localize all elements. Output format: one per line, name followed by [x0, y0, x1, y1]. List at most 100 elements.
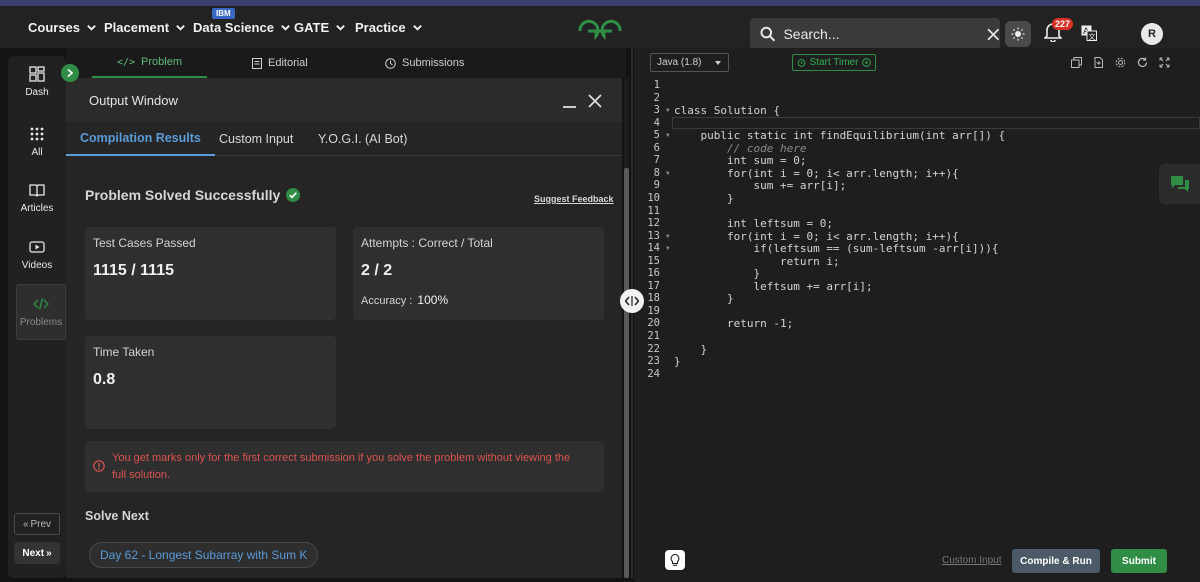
- collapse-sidebar-button[interactable]: [61, 64, 79, 82]
- top-navbar: Courses Placement IBM Data Science GATE …: [0, 6, 1200, 50]
- search-icon: [760, 26, 776, 42]
- code-line[interactable]: int sum = 0;: [674, 154, 806, 167]
- fold-arrow-icon[interactable]: ▼: [666, 107, 670, 114]
- sidebar-item-articles[interactable]: Articles: [8, 172, 66, 224]
- start-timer-button[interactable]: Start Timer: [792, 54, 876, 71]
- sidebar-item-label: Videos: [21, 260, 53, 271]
- code-line[interactable]: for(int i = 0; i< arr.length; i++){: [674, 230, 959, 243]
- settings-icon[interactable]: [1115, 57, 1126, 68]
- search-box[interactable]: [750, 18, 1000, 50]
- code-line[interactable]: public static int findEquilibrium(int ar…: [674, 129, 1005, 142]
- submit-button[interactable]: Submit: [1111, 549, 1167, 573]
- tab-compilation-results[interactable]: Compilation Results: [66, 122, 215, 156]
- nav-courses-label: Courses: [28, 19, 81, 35]
- reset-icon[interactable]: [1137, 57, 1148, 68]
- fold-arrow-icon[interactable]: ▼: [666, 170, 670, 177]
- nav-data-science[interactable]: Data Science: [193, 6, 291, 48]
- nav-practice[interactable]: Practice: [355, 6, 423, 48]
- code-line[interactable]: leftsum += arr[i];: [674, 280, 872, 293]
- grid-icon: [30, 127, 44, 141]
- chevron-down-icon: [412, 24, 422, 31]
- next-button[interactable]: Next »: [14, 542, 60, 564]
- user-avatar[interactable]: R: [1141, 23, 1163, 45]
- marks-notice: You get marks only for the first correct…: [85, 441, 604, 492]
- nav-gate-label: GATE: [294, 19, 330, 35]
- accuracy-value: 100%: [417, 293, 449, 307]
- nav-gate[interactable]: GATE: [294, 6, 346, 48]
- code-line[interactable]: }: [674, 292, 734, 305]
- tab-yogi-ai-bot[interactable]: Y.O.G.I. (AI Bot): [304, 122, 421, 156]
- fold-arrow-icon[interactable]: ▼: [666, 245, 670, 252]
- code-line[interactable]: class Solution {: [674, 104, 780, 117]
- code-line[interactable]: if(leftsum == (sum-leftsum -arr[i])){: [674, 242, 998, 255]
- time-taken-card: Time Taken 0.8: [85, 336, 336, 429]
- success-status-text: Problem Solved Successfully: [85, 187, 281, 203]
- accuracy-row: Accuracy : 100%: [361, 293, 448, 307]
- play-icon: [862, 58, 872, 67]
- code-line[interactable]: sum += arr[i];: [674, 179, 846, 192]
- code-line[interactable]: int leftsum = 0;: [674, 217, 833, 230]
- gfg-logo-icon[interactable]: [576, 18, 624, 44]
- hint-button[interactable]: [665, 550, 685, 570]
- dropdown-arrow-icon: [715, 61, 721, 65]
- pane-resize-handle[interactable]: [620, 289, 644, 313]
- next-problem-chip[interactable]: Day 62 - Longest Subarray with Sum K: [89, 542, 319, 568]
- sun-icon: [1011, 27, 1025, 41]
- attempts-value: 2 / 2: [361, 262, 393, 279]
- sidebar-item-all[interactable]: All: [8, 116, 66, 168]
- tab-problem[interactable]: </> Problem: [92, 48, 207, 78]
- code-line[interactable]: // code here: [674, 142, 806, 155]
- prev-button[interactable]: « Prev: [14, 513, 60, 535]
- line-number: 17: [647, 279, 660, 292]
- sidebar-item-dash[interactable]: Dash: [8, 56, 66, 108]
- output-scrollbar-thumb[interactable]: [624, 168, 629, 578]
- chevron-down-icon: [176, 24, 185, 31]
- left-sidebar: Dash All Articles Videos Problems « Prev…: [8, 56, 66, 578]
- chat-button[interactable]: [1159, 164, 1200, 204]
- code-line[interactable]: for(int i = 0; i< arr.length; i++){: [674, 167, 959, 180]
- lightbulb-icon: [670, 553, 680, 566]
- code-line[interactable]: return -1;: [674, 317, 793, 330]
- code-line[interactable]: return i;: [674, 255, 840, 268]
- suggest-feedback-link[interactable]: Suggest Feedback: [534, 194, 614, 204]
- fold-arrow-icon[interactable]: ▼: [666, 132, 670, 139]
- line-number: 1: [653, 79, 660, 91]
- search-input[interactable]: [783, 26, 954, 42]
- sidebar-item-videos[interactable]: Videos: [8, 229, 66, 281]
- code-line[interactable]: }: [674, 355, 681, 368]
- tab-editorial[interactable]: Editorial: [252, 48, 308, 78]
- code-line[interactable]: }: [674, 343, 707, 356]
- fold-arrow-icon[interactable]: ▼: [666, 233, 670, 240]
- book-icon: [29, 184, 45, 197]
- compile-run-button[interactable]: Compile & Run: [1012, 549, 1100, 573]
- close-icon[interactable]: [588, 94, 602, 108]
- line-number: 15: [647, 254, 660, 267]
- double-chevron-right-icon: »: [46, 547, 52, 559]
- line-number: 6: [653, 141, 660, 154]
- nav-placement[interactable]: Placement: [104, 6, 186, 48]
- code-line[interactable]: }: [674, 267, 760, 280]
- clear-icon[interactable]: [987, 28, 1000, 41]
- check-circle-icon: [286, 188, 301, 202]
- copy-icon[interactable]: [1071, 57, 1082, 68]
- attempts-card: Attempts : Correct / Total 2 / 2 Accurac…: [353, 227, 604, 320]
- code-editor[interactable]: 1 2 3 ▼ 4 5 ▼ 6 7 8 ▼ 9 10 11 12 13 ▼ 14 ▼ 15 16 17 18 19 20 21 22…: [634, 78, 1200, 542]
- minimize-icon[interactable]: [563, 106, 576, 108]
- tab-submissions[interactable]: Submissions: [385, 48, 464, 78]
- custom-input-link[interactable]: Custom Input: [942, 555, 1001, 566]
- video-icon: [29, 241, 45, 253]
- theme-toggle-button[interactable]: [1005, 21, 1031, 47]
- import-file-icon[interactable]: [1093, 57, 1104, 68]
- sidebar-item-problems[interactable]: Problems: [16, 284, 66, 340]
- line-number: 11: [647, 204, 660, 217]
- tab-custom-input[interactable]: Custom Input: [205, 122, 307, 156]
- chevron-right-icon: [67, 68, 74, 78]
- line-number: 10: [647, 191, 660, 204]
- nav-courses[interactable]: Courses: [28, 6, 97, 48]
- fullscreen-icon[interactable]: [1159, 57, 1170, 68]
- pane-divider[interactable]: [631, 48, 633, 578]
- language-select[interactable]: Java (1.8): [650, 53, 729, 72]
- line-number: 14: [647, 242, 660, 255]
- translate-icon[interactable]: A文: [1081, 25, 1097, 41]
- code-line[interactable]: }: [674, 192, 734, 205]
